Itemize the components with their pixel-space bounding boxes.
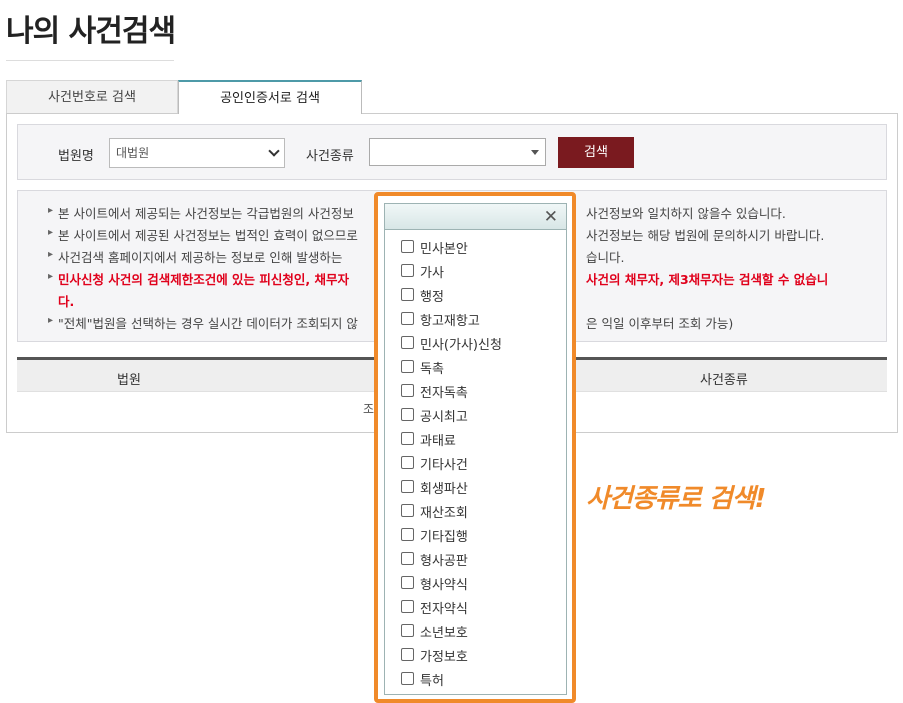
checkbox[interactable] — [401, 360, 414, 373]
option-label: 민사(가사)신청 — [420, 338, 502, 353]
checkbox[interactable] — [401, 648, 414, 661]
court-select[interactable]: 대법원 — [109, 138, 285, 168]
option-label: 항고재항고 — [420, 314, 480, 329]
checkbox[interactable] — [401, 288, 414, 301]
title-divider — [6, 60, 174, 61]
checkbox[interactable] — [401, 312, 414, 325]
checkbox[interactable] — [401, 600, 414, 613]
checkbox[interactable] — [401, 432, 414, 445]
notice-item-warning-cont: 다. — [58, 294, 75, 309]
option-label: 전자약식 — [420, 602, 468, 617]
tab-bar: 사건번호로 검색 공인인증서로 검색 — [6, 80, 896, 114]
checkbox[interactable] — [401, 672, 414, 685]
notice-item: ▸ 사건검색 홈페이지에서 제공하는 정보로 인해 발생하는 — [48, 249, 343, 265]
checkbox[interactable] — [401, 336, 414, 349]
option-label: 회생파산 — [420, 482, 468, 497]
checkbox[interactable] — [401, 384, 414, 397]
notice-item: ▸ 본 사이트에서 제공되는 사건정보는 각급법원의 사건정보 — [48, 205, 354, 221]
court-select-value: 대법원 — [116, 146, 150, 160]
column-header-case-type: 사건종류 — [700, 373, 748, 388]
option-label: 소년보호 — [420, 626, 468, 641]
option-label: 형사약식 — [420, 578, 468, 593]
column-header-court: 법원 — [117, 373, 141, 388]
notice-item-tail: 사건의 채무자, 제3채무자는 검색할 수 없습니 — [586, 272, 829, 287]
caret-down-icon — [531, 150, 539, 155]
option-label: 가사 — [420, 266, 444, 281]
chevron-down-icon — [268, 145, 280, 157]
checkbox[interactable] — [401, 456, 414, 469]
option-label: 공시최고 — [420, 410, 468, 425]
close-icon[interactable]: ✕ — [544, 207, 558, 227]
option-label: 기타집행 — [420, 530, 468, 545]
checkbox[interactable] — [401, 264, 414, 277]
notice-item-warning: ▸ 민사신청 사건의 검색제한조건에 있는 피신청인, 채무자 — [48, 271, 350, 287]
option-label: 특허 — [420, 674, 444, 689]
case-type-select[interactable] — [369, 138, 546, 166]
notice-item-tail: 은 익일 이후부터 조회 가능) — [586, 316, 734, 331]
page-title: 나의 사건검색 — [6, 14, 176, 49]
option-label: 형사공판 — [420, 554, 468, 569]
option-label: 가정보호 — [420, 650, 468, 665]
notice-item-tail: 습니다. — [586, 250, 625, 265]
checkbox[interactable] — [401, 624, 414, 637]
option-label: 기타사건 — [420, 458, 468, 473]
tab-divider — [362, 113, 898, 114]
tab-divider — [6, 113, 178, 114]
checkbox[interactable] — [401, 504, 414, 517]
option-label: 전자독촉 — [420, 386, 468, 401]
case-type-dropdown: ✕ 민사본안가사행정항고재항고민사(가사)신청독촉전자독촉공시최고과태료기타사건… — [384, 203, 567, 695]
checkbox[interactable] — [401, 240, 414, 253]
search-button[interactable]: 검색 — [558, 137, 634, 168]
option-label: 민사본안 — [420, 242, 468, 257]
tab-case-number[interactable]: 사건번호로 검색 — [6, 80, 178, 114]
checkbox[interactable] — [401, 552, 414, 565]
tab-certificate[interactable]: 공인인증서로 검색 — [178, 80, 362, 114]
option-label: 재산조회 — [420, 506, 468, 521]
checkbox[interactable] — [401, 528, 414, 541]
callout-text: 사건종류로 검색! — [586, 484, 766, 514]
search-panel: 법원명 대법원 사건종류 검색 — [17, 124, 887, 180]
dropdown-header: ✕ — [385, 204, 566, 230]
notice-item: ▸ "전체"법원을 선택하는 경우 실시간 데이터가 조회되지 않 — [48, 315, 358, 331]
option-label: 행정 — [420, 290, 444, 305]
notice-item-tail: 사건정보와 일치하지 않을수 있습니다. — [586, 206, 786, 221]
case-type-label: 사건종류 — [306, 149, 354, 164]
checkbox[interactable] — [401, 480, 414, 493]
checkbox[interactable] — [401, 408, 414, 421]
court-label: 법원명 — [58, 149, 94, 164]
option-label: 과태료 — [420, 434, 456, 449]
notice-item-tail: 사건정보는 해당 법원에 문의하시기 바랍니다. — [586, 228, 825, 243]
checkbox[interactable] — [401, 576, 414, 589]
notice-item: ▸ 본 사이트에서 제공된 사건정보는 법적인 효력이 없으므로 — [48, 227, 358, 243]
option-label: 독촉 — [420, 362, 444, 377]
